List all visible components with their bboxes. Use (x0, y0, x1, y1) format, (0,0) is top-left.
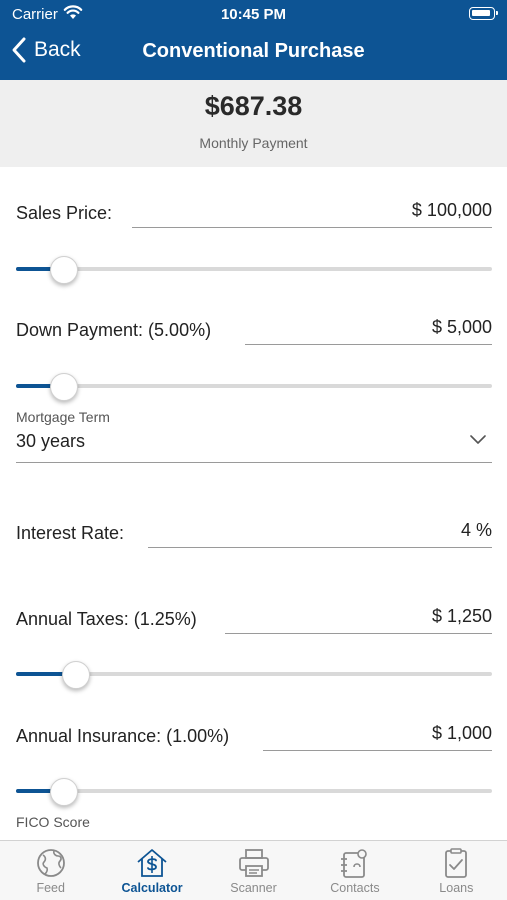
annual-insurance-slider[interactable] (16, 776, 492, 806)
annual-taxes-row: Annual Taxes: (1.25%) $ 1,250 (16, 596, 492, 634)
slider-thumb[interactable] (49, 373, 78, 401)
contacts-icon (340, 849, 367, 878)
back-button[interactable]: Back (10, 36, 81, 64)
annual-taxes-label: Annual Taxes: (1.25%) (16, 609, 197, 629)
battery-icon (469, 7, 498, 20)
tab-calculator-label: Calculator (121, 881, 183, 895)
tab-loans-label: Loans (439, 881, 474, 895)
sales-price-slider[interactable] (16, 254, 492, 284)
mortgage-term-value: 30 years (16, 431, 86, 451)
down-payment-label: Down Payment: (5.00%) (16, 320, 212, 340)
interest-rate-input[interactable]: 4 % (148, 520, 492, 548)
down-payment-slider[interactable] (16, 371, 492, 401)
tab-bar: Feed Calculator Scanner Contacts Loans (0, 840, 507, 900)
tab-scanner-label: Scanner (230, 881, 277, 895)
tab-contacts[interactable]: Contacts (304, 841, 405, 900)
slider-track (16, 267, 492, 271)
chevron-down-icon (470, 435, 486, 444)
back-label: Back (34, 38, 81, 61)
printer-icon (238, 849, 269, 877)
house-dollar-icon (137, 849, 167, 877)
annual-insurance-input[interactable]: $ 1,000 (263, 723, 492, 751)
annual-taxes-slider[interactable] (16, 659, 492, 689)
tab-feed-label: Feed (36, 881, 65, 895)
tab-feed[interactable]: Feed (0, 841, 101, 900)
slider-thumb[interactable] (61, 661, 90, 689)
monthly-payment-caption: Monthly Payment (199, 135, 308, 151)
globe-icon (36, 849, 65, 877)
slider-track (16, 789, 492, 793)
chevron-left-icon (12, 37, 26, 63)
status-bar: Carrier 10:45 PM (0, 0, 507, 28)
interest-rate-label: Interest Rate: (16, 523, 125, 543)
clock: 10:45 PM (220, 6, 287, 23)
clipboard-check-icon (445, 848, 468, 878)
header: Carrier 10:45 PM Back Conventional Purch… (0, 0, 507, 80)
tab-loans[interactable]: Loans (406, 841, 507, 900)
tab-calculator[interactable]: Calculator (101, 841, 202, 900)
mortgage-term-label: Mortgage Term (16, 409, 110, 425)
tab-scanner[interactable]: Scanner (203, 841, 304, 900)
sales-price-row: Sales Price: $ 100,000 (16, 190, 492, 228)
slider-thumb[interactable] (49, 256, 78, 284)
interest-rate-row: Interest Rate: 4 % (16, 512, 492, 548)
annual-insurance-label: Annual Insurance: (1.00%) (16, 726, 230, 746)
monthly-payment-amount: $687.38 (204, 91, 303, 121)
mortgage-term-select[interactable]: Mortgage Term 30 years (16, 407, 492, 463)
sales-price-label: Sales Price: (16, 203, 113, 223)
monthly-payment-summary: $687.38 Monthly Payment (0, 80, 507, 167)
nav-bar: Back Conventional Purchase (0, 30, 507, 76)
slider-thumb[interactable] (49, 778, 78, 806)
down-payment-row: Down Payment: (5.00%) $ 5,000 (16, 307, 492, 345)
annual-insurance-row: Annual Insurance: (1.00%) $ 1,000 (16, 713, 492, 751)
sales-price-input[interactable]: $ 100,000 (132, 200, 492, 228)
down-payment-input[interactable]: $ 5,000 (245, 317, 492, 345)
annual-taxes-input[interactable]: $ 1,250 (225, 606, 492, 634)
fico-score-label: FICO Score (16, 814, 90, 830)
tab-contacts-label: Contacts (330, 881, 380, 895)
slider-track (16, 384, 492, 388)
